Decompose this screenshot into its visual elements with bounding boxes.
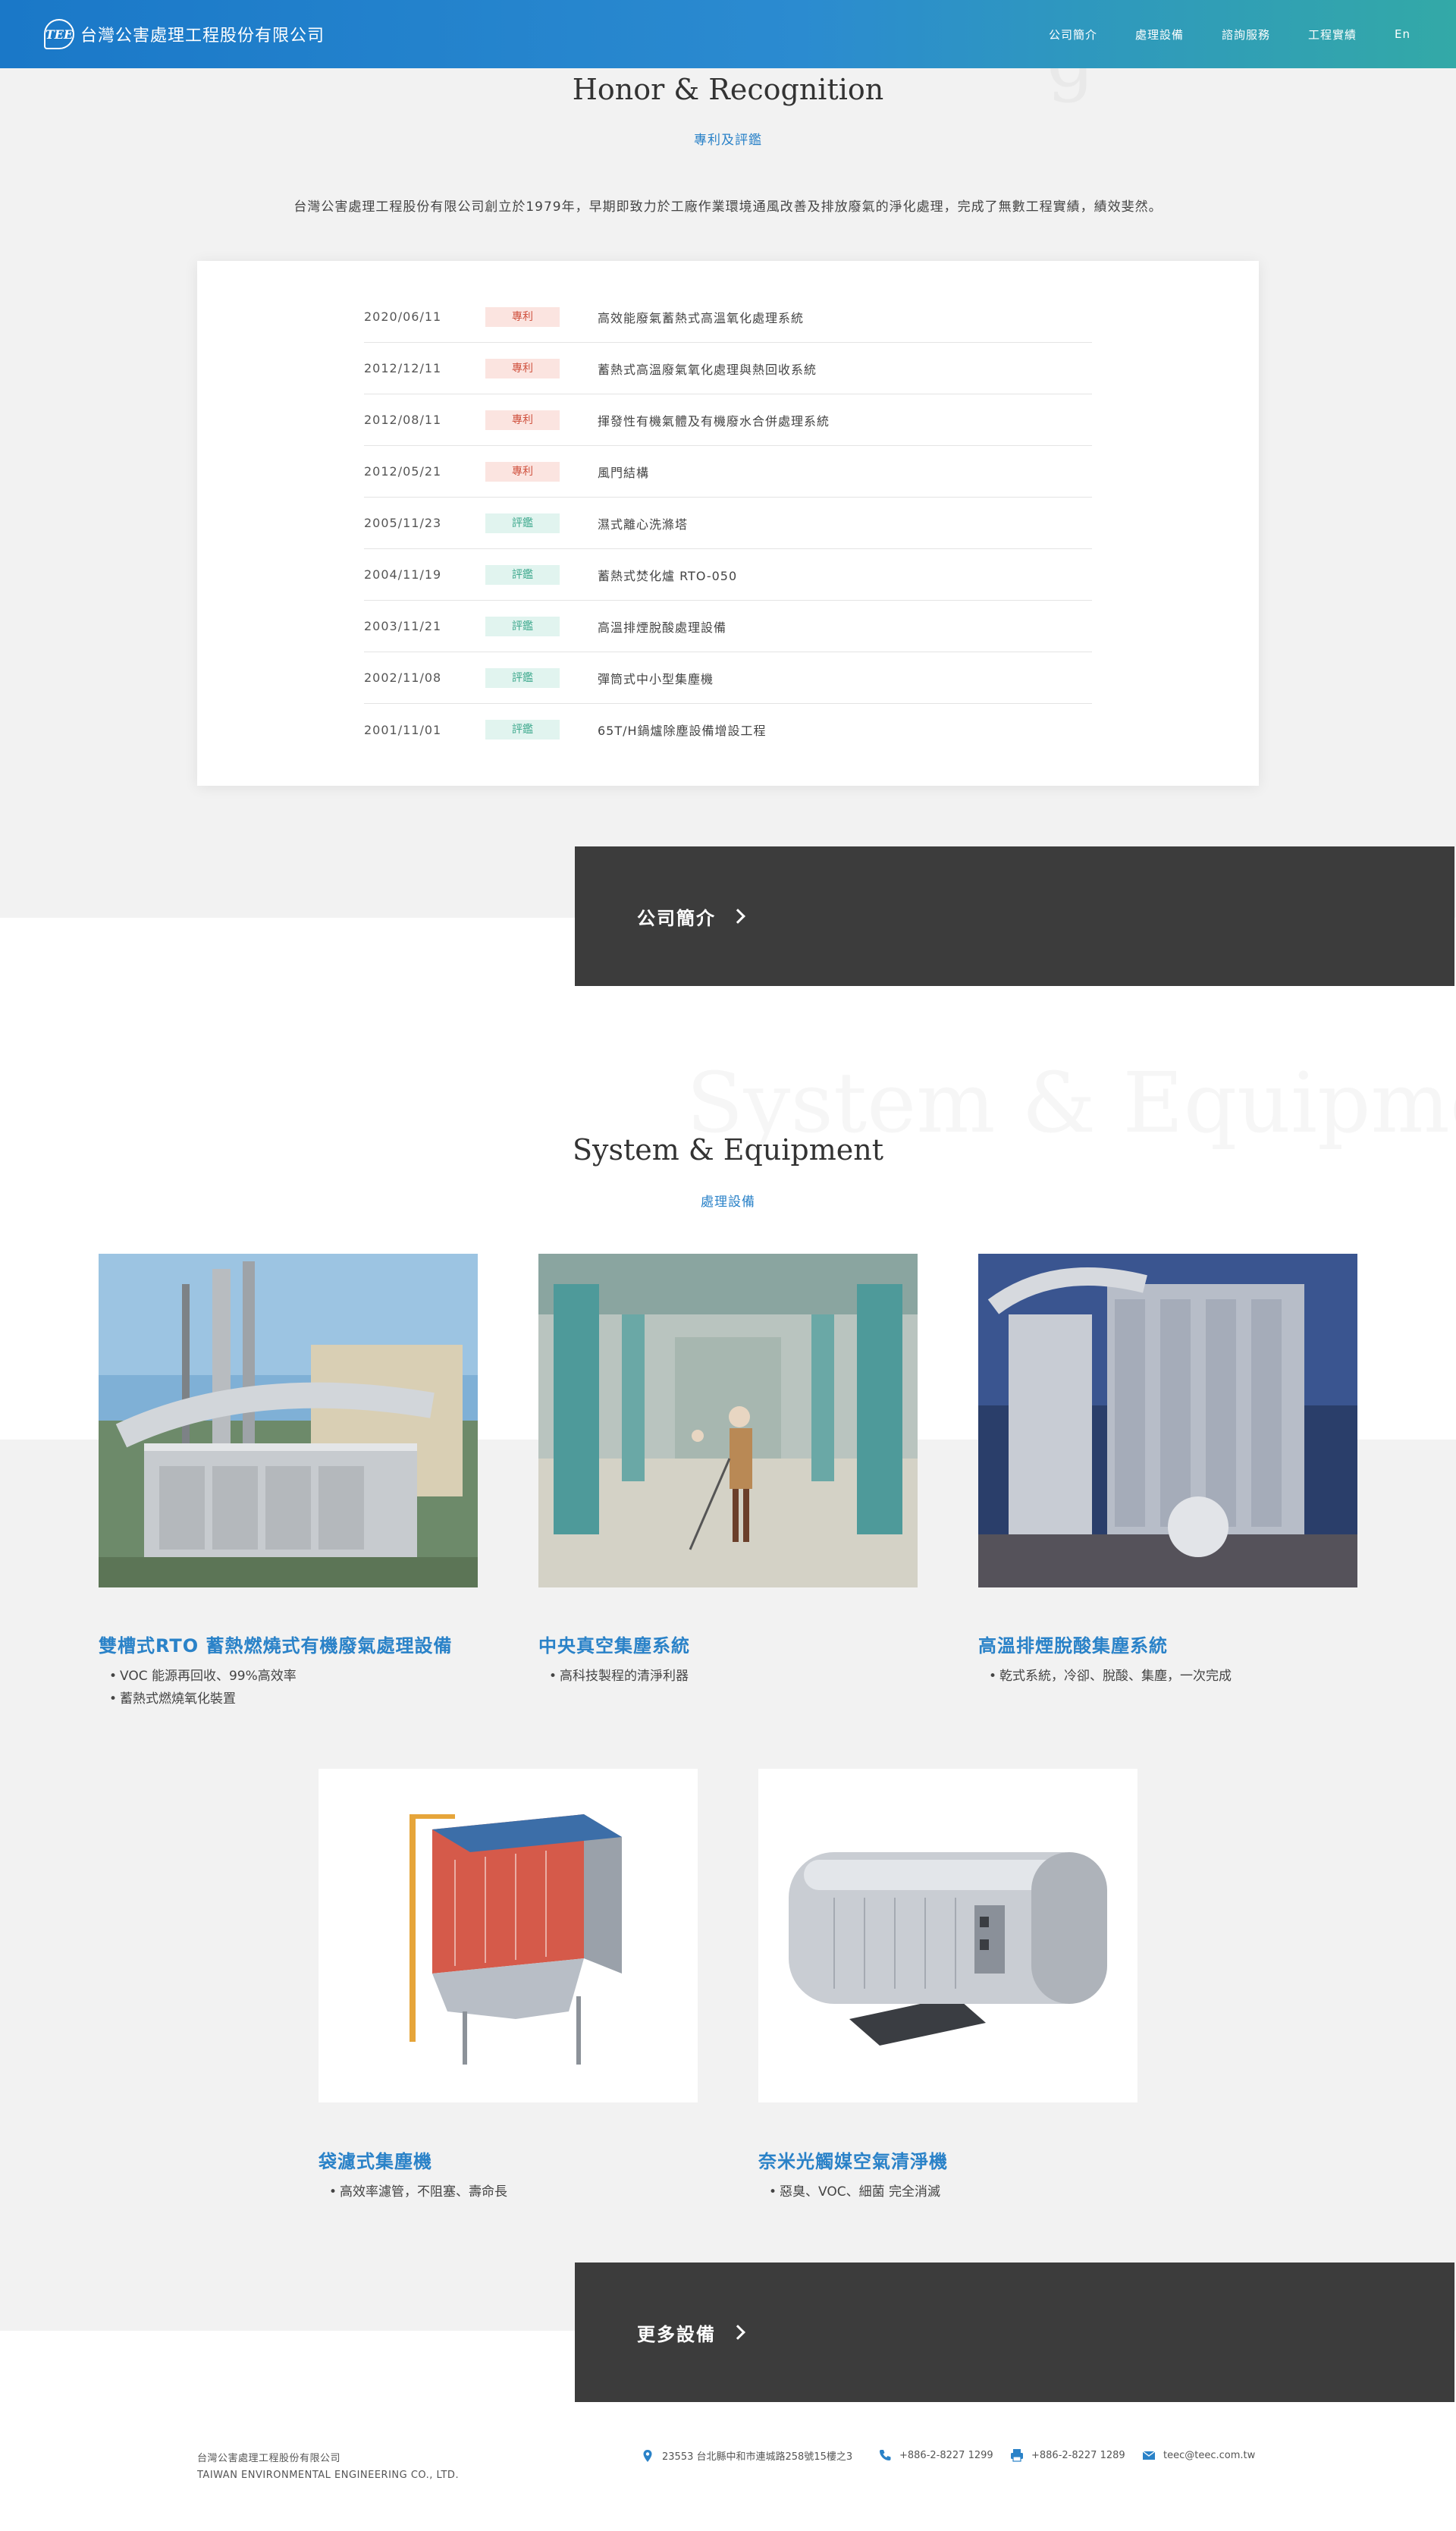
rto-feature: VOC 能源再回收、99%高效率 [109,1665,297,1688]
desulfurization-equipment-image[interactable] [978,1254,1357,1587]
logo-mark-icon: TEE [44,19,74,49]
honor-row: 2012/12/11 專利 蓄熱式高溫廢氣氧化處理與熱回收系統 [364,343,1092,394]
honor-row: 2012/05/21 專利 風門結構 [364,446,1092,498]
air-purifier-equipment-image[interactable] [758,1769,1138,2102]
fax-icon [1011,2449,1023,2462]
honor-date: 2001/11/01 [364,722,442,737]
about-more-label: 公司簡介 [637,907,716,929]
desulfurization-feature-list: 乾式系統，冷卻、脫酸、集塵，一次完成 [989,1665,1232,1688]
honor-intro: 台灣公害處理工程股份有限公司創立於1979年，早期即致力於工廠作業環境通風改善及… [293,199,1163,215]
honor-row: 2020/06/11 專利 高效能廢氣蓄熱式高溫氧化處理系統 [364,291,1092,343]
footer-email-text: teec@teec.com.tw [1163,2449,1256,2461]
honor-date: 2012/05/21 [364,464,442,479]
footer-fax-text: +886-2-8227 1289 [1031,2449,1125,2461]
honor-row: 2001/11/01 評鑑 65T/H鍋爐除塵設備增設工程 [364,704,1092,755]
honor-subtitle: 專利及評鑑 [694,133,762,148]
honor-card: 2020/06/11 專利 高效能廢氣蓄熱式高溫氧化處理系統 2012/12/11 專利… [197,261,1259,786]
bag-filter-equipment-image[interactable] [318,1769,698,2102]
honor-title-text: 濕式離心洗滌塔 [598,517,689,532]
rto-feature: 蓄熱式燃燒氧化裝置 [109,1688,297,1710]
footer-address-text: 23553 台北縣中和市連城路258號15樓之3 [662,2451,853,2463]
equipment-subtitle: 處理設備 [701,1195,755,1210]
vacuum-feature: 高科技製程的清淨利器 [549,1665,689,1688]
honor-row: 2004/11/19 評鑑 蓄熱式焚化爐 RTO-050 [364,549,1092,601]
honor-title-text: 蓄熱式高溫廢氣氧化處理與熱回收系統 [598,362,817,377]
bag-filter-feature-list: 高效率濾管，不阻塞、壽命長 [329,2181,507,2203]
honor-row: 2002/11/08 評鑑 彈筒式中小型集塵機 [364,652,1092,704]
site-logo[interactable]: TEE 台灣公害處理工程股份有限公司 [44,17,325,52]
award-badge: 評鑑 [485,720,560,740]
rto-equipment-name[interactable]: 雙槽式RTO 蓄熱燃燒式有機廢氣處理設備 [99,1631,453,1657]
honor-date: 2002/11/08 [364,670,442,685]
honor-date: 2020/06/11 [364,309,442,324]
footer-company-zh: 台灣公害處理工程股份有限公司 [197,2453,341,2464]
honor-date: 2003/11/21 [364,619,442,633]
footer-address: 23553 台北縣中和市連城路258號15樓之3 [641,2448,852,2463]
chevron-right-icon [730,909,745,924]
mail-icon [1142,2451,1156,2460]
more-equipment-button[interactable]: 更多設備 [575,2263,1454,2402]
honor-row: 2012/08/11 專利 揮發性有機氣體及有機廢水合併處理系統 [364,394,1092,446]
main-nav: 公司簡介 處理設備 諮詢服務 工程實績 En [1049,0,1410,68]
nav-item-about[interactable]: 公司簡介 [1049,27,1097,42]
air-purifier-equipment-name[interactable]: 奈米光觸媒空氣清淨機 [758,2146,948,2173]
desulfurization-feature: 乾式系統，冷卻、脫酸、集塵，一次完成 [989,1665,1232,1688]
logo-text: 台灣公害處理工程股份有限公司 [80,27,325,46]
bag-filter-equipment-name[interactable]: 袋濾式集塵機 [318,2146,432,2173]
footer-company-en: TAIWAN ENVIRONMENTAL ENGINEERING CO., LT… [197,2470,460,2481]
nav-item-english[interactable]: En [1395,27,1410,41]
honor-title-text: 蓄熱式焚化爐 RTO-050 [598,568,738,583]
patent-badge: 專利 [485,306,560,327]
award-badge: 評鑑 [485,513,560,533]
rto-equipment-image[interactable] [99,1254,478,1587]
patent-badge: 專利 [485,461,560,482]
nav-item-equipment[interactable]: 處理設備 [1135,27,1184,42]
honor-title-text: 彈筒式中小型集塵機 [598,671,714,686]
footer-phone[interactable]: +886-2-8227 1299 [878,2448,993,2462]
award-badge: 評鑑 [485,564,560,585]
honor-date: 2005/11/23 [364,516,442,530]
honor-row: 2003/11/21 評鑑 高溫排煙脫酸處理設備 [364,601,1092,652]
location-pin-icon [643,2449,652,2462]
desulfurization-equipment-name[interactable]: 高溫排煙脫酸集塵系統 [978,1631,1168,1657]
footer-fax: +886-2-8227 1289 [1010,2448,1125,2462]
vacuum-equipment-image[interactable] [538,1254,918,1587]
nav-item-projects[interactable]: 工程實績 [1308,27,1357,42]
air-purifier-feature: 惡臭、VOC、細菌 完全消滅 [769,2181,940,2203]
vacuum-feature-list: 高科技製程的清淨利器 [549,1665,689,1688]
about-more-button[interactable]: 公司簡介 [575,846,1454,986]
honor-title-text: 揮發性有機氣體及有機廢水合併處理系統 [598,413,830,429]
patent-badge: 專利 [485,358,560,378]
vacuum-equipment-name[interactable]: 中央真空集塵系統 [538,1631,690,1657]
chevron-right-icon [730,2325,745,2340]
footer-phone-text: +886-2-8227 1299 [899,2449,993,2461]
honor-date: 2012/12/11 [364,361,442,375]
honor-title-text: 65T/H鍋爐除塵設備增設工程 [598,724,767,738]
patent-badge: 專利 [485,410,560,430]
more-equipment-label: 更多設備 [637,2323,716,2345]
award-badge: 評鑑 [485,616,560,636]
honor-list: 2020/06/11 專利 高效能廢氣蓄熱式高溫氧化處理系統 2012/12/11 專利… [364,291,1092,755]
equipment-title: System & Equipment [572,1133,884,1167]
rto-feature-list: VOC 能源再回收、99%高效率 蓄熱式燃燒氧化裝置 [109,1665,297,1710]
honor-title-text: 高效能廢氣蓄熱式高溫氧化處理系統 [598,310,805,325]
honor-title: Honor & Recognition [572,73,884,106]
honor-date: 2012/08/11 [364,413,442,427]
honor-title-text: 風門結構 [598,465,650,480]
award-badge: 評鑑 [485,667,560,688]
bag-filter-feature: 高效率濾管，不阻塞、壽命長 [329,2181,507,2203]
honor-row: 2005/11/23 評鑑 濕式離心洗滌塔 [364,498,1092,549]
site-header: TEE 台灣公害處理工程股份有限公司 公司簡介 處理設備 諮詢服務 工程實績 E… [0,0,1456,68]
footer-email[interactable]: teec@teec.com.tw [1142,2448,1255,2462]
nav-item-consulting[interactable]: 諮詢服務 [1222,27,1270,42]
air-purifier-feature-list: 惡臭、VOC、細菌 完全消滅 [769,2181,940,2203]
honor-title-text: 高溫排煙脫酸處理設備 [598,620,727,635]
phone-icon [880,2450,891,2460]
honor-date: 2004/11/19 [364,567,442,582]
